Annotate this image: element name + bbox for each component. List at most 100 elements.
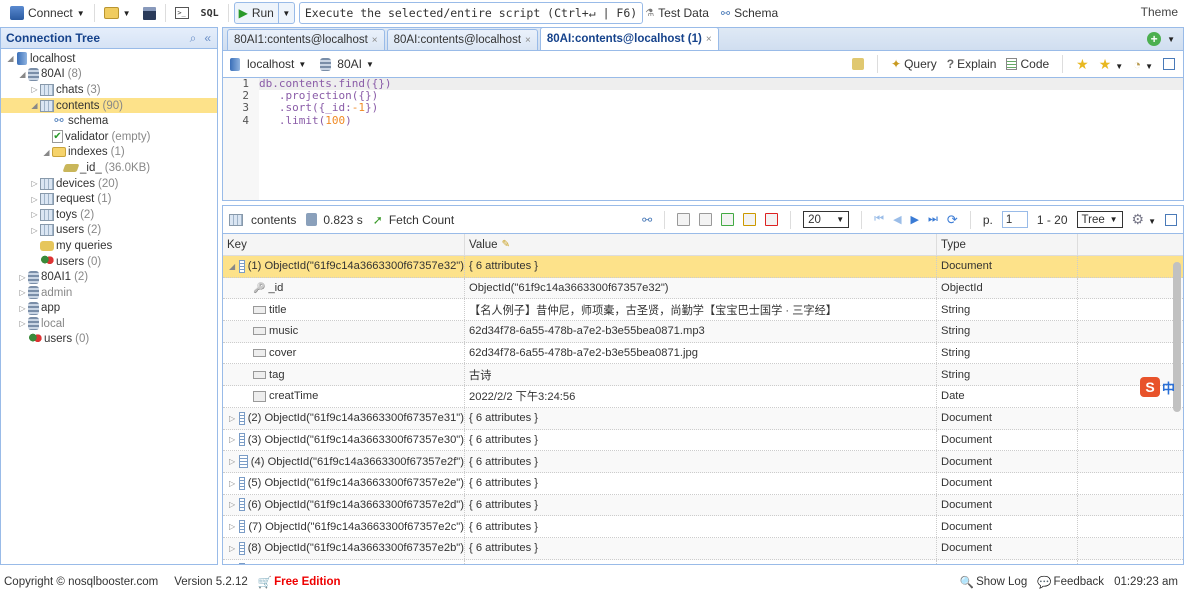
value-cell[interactable]: { 6 attributes }	[465, 256, 937, 277]
collapse-arrow-icon[interactable]: ▷	[17, 319, 28, 328]
column-header-key[interactable]: Key	[223, 234, 465, 255]
code-line[interactable]: .projection({})	[259, 89, 1183, 102]
value-cell[interactable]: { 6 attributes }	[465, 516, 937, 537]
value-cell[interactable]: 古诗	[465, 364, 937, 386]
filter-icon[interactable]	[699, 213, 713, 226]
query-builder-button[interactable]: ✦ Query	[891, 57, 937, 71]
value-cell[interactable]: { 6 attributes }	[465, 559, 937, 564]
column-header-type[interactable]: Type	[937, 234, 1078, 255]
collapse-arrow-icon[interactable]: ▷	[29, 85, 40, 94]
show-log-button[interactable]: Show Log	[976, 576, 1027, 588]
feedback-button[interactable]: Feedback	[1054, 576, 1105, 588]
editor-content[interactable]: db.contents.find({}) .projection({}) .so…	[259, 77, 1183, 200]
tree-node-validator[interactable]: ✔ validator (empty)	[1, 129, 217, 145]
expand-arrow-icon[interactable]: ◢	[5, 54, 16, 63]
collapse-arrow-icon[interactable]: ▷	[229, 479, 235, 488]
collapse-arrow-icon[interactable]: ▷	[29, 179, 40, 188]
tree-node-users[interactable]: users (0)	[1, 254, 217, 270]
next-page-icon[interactable]: ▶	[911, 213, 919, 226]
table-row[interactable]: ▷ (4) ObjectId("61f9c14a3663300f67357e2f"…	[223, 451, 1183, 473]
tree-node-users[interactable]: users (0)	[1, 332, 217, 348]
schema-button[interactable]: ⚯ Schema	[715, 2, 784, 24]
collapse-arrow-icon[interactable]: ▷	[229, 544, 235, 553]
tab-3[interactable]: 80AI:contents@localhost (1) ×	[539, 27, 719, 50]
add-tab-icon[interactable]: +	[1147, 32, 1162, 46]
tree-node-users[interactable]: ▷ users (2)	[1, 223, 217, 239]
connect-button[interactable]: Connect ▼	[4, 2, 91, 24]
value-cell[interactable]: 【名人例子】昔仲尼，师项橐，古圣贤，尚勤学【宝宝巴士国学 · 三字经】	[465, 299, 937, 321]
collapse-arrow-icon[interactable]: ▷	[17, 288, 28, 297]
search-icon[interactable]: ⌕	[190, 31, 197, 46]
table-row[interactable]: ▷ (6) ObjectId("61f9c14a3663300f67357e2d"…	[223, 494, 1183, 517]
expand-arrow-icon[interactable]: ◢	[17, 70, 28, 79]
last-page-icon[interactable]: ⏭	[928, 213, 938, 226]
explain-button[interactable]: ? Explain	[947, 57, 997, 71]
maximize-icon[interactable]	[1163, 58, 1175, 70]
value-cell[interactable]: ObjectId("61f9c14a3663300f67357e32")	[465, 277, 937, 299]
tree-node--id-[interactable]: _id_ (36.0KB)	[1, 160, 217, 176]
tree-node-app[interactable]: ▷ app	[1, 301, 217, 317]
schema-icon[interactable]: ⚯	[642, 213, 652, 227]
value-cell[interactable]: { 6 attributes }	[465, 494, 937, 516]
tab-1[interactable]: 80AI1:contents@localhost ×	[227, 29, 385, 50]
table-row[interactable]: ▷ (7) ObjectId("61f9c14a3663300f67357e2c"…	[223, 516, 1183, 538]
tree-node-indexes[interactable]: ◢ indexes (1)	[1, 145, 217, 161]
tree-node-toys[interactable]: ▷ toys (2)	[1, 207, 217, 223]
test-data-button[interactable]: ⚗ Test Data	[643, 2, 715, 24]
tree-node-local[interactable]: ▷ local	[1, 316, 217, 332]
collapse-arrow-icon[interactable]: ▷	[229, 522, 235, 531]
tree-node-80ai[interactable]: ◢ 80AI (8)	[1, 67, 217, 83]
table-row[interactable]: ▷ (2) ObjectId("61f9c14a3663300f67357e31"…	[223, 407, 1183, 430]
value-cell[interactable]: 62d34f78-6a55-478b-a7e2-b3e55bea0871.jpg	[465, 342, 937, 364]
settings-icon[interactable]: ⚙ ▼	[1132, 211, 1156, 228]
chevron-down-icon[interactable]: ▼	[1167, 35, 1175, 44]
collapse-panel-icon[interactable]: «	[204, 31, 211, 46]
refresh-icon[interactable]: ⟳	[947, 212, 958, 228]
value-cell[interactable]: { 6 attributes }	[465, 451, 937, 472]
favorites-icon[interactable]: ★ ▼	[1099, 56, 1123, 73]
code-line[interactable]: db.contents.find({})	[259, 77, 1183, 91]
tree-node-localhost[interactable]: ◢ localhost	[1, 51, 217, 67]
run-dropdown[interactable]: ▼	[277, 3, 294, 23]
collapse-arrow-icon[interactable]: ▷	[229, 414, 235, 423]
table-row[interactable]: creatTime 2022/2/2 下午3:24:56 Date	[223, 386, 1183, 408]
save-button[interactable]	[137, 2, 162, 24]
column-header-value[interactable]: Value ✎	[465, 234, 937, 255]
close-icon[interactable]: ×	[706, 34, 712, 45]
delete-document-icon[interactable]	[765, 213, 779, 226]
maximize-icon[interactable]	[1165, 213, 1177, 226]
value-cell[interactable]: { 6 attributes }	[465, 537, 937, 559]
code-button[interactable]: Code	[1006, 57, 1049, 71]
close-icon[interactable]: ×	[372, 35, 378, 46]
table-row[interactable]: title 【名人例子】昔仲尼，师项橐，古圣贤，尚勤学【宝宝巴士国学 · 三字经】…	[223, 299, 1183, 322]
edit-document-icon[interactable]	[743, 213, 757, 226]
prev-page-icon[interactable]: ◀	[893, 213, 901, 226]
table-row[interactable]: ▷ (3) ObjectId("61f9c14a3663300f67357e30"…	[223, 429, 1183, 452]
code-line[interactable]: .sort({_id:-1})	[259, 102, 1183, 114]
table-row[interactable]: music 62d34f78-6a55-478b-a7e2-b3e55bea087…	[223, 321, 1183, 343]
value-cell[interactable]: 2022/2/2 下午3:24:56	[465, 386, 937, 407]
run-button[interactable]: ▶ Run	[235, 3, 278, 23]
view-mode-select[interactable]: Tree ▼	[1076, 211, 1123, 228]
database-selector[interactable]: 80AI ▼	[320, 57, 374, 71]
theme-menu[interactable]: Theme	[1141, 5, 1178, 19]
lock-icon[interactable]	[852, 58, 865, 70]
tree-node-my-queries[interactable]: my queries	[1, 238, 217, 254]
shell-button[interactable]: >_	[169, 2, 195, 24]
add-favorite-icon[interactable]: ★	[1076, 56, 1089, 73]
tab-2[interactable]: 80AI:contents@localhost ×	[386, 29, 538, 50]
table-row[interactable]: ▷ (8) ObjectId("61f9c14a3663300f67357e2b"…	[223, 537, 1183, 560]
table-row[interactable]: ▷ (5) ObjectId("61f9c14a3663300f67357e2e"…	[223, 472, 1183, 495]
collapse-arrow-icon[interactable]: ▷	[29, 226, 40, 235]
ime-indicator[interactable]: S 中	[1140, 377, 1175, 397]
tree-node-admin[interactable]: ▷ admin	[1, 285, 217, 301]
collapse-arrow-icon[interactable]: ▷	[229, 500, 235, 509]
find-icon[interactable]	[677, 213, 691, 226]
fetch-count-button[interactable]: Fetch Count	[389, 213, 454, 227]
first-page-icon[interactable]: ⏮	[874, 213, 884, 226]
table-row[interactable]: ◢ (1) ObjectId("61f9c14a3663300f67357e32"…	[223, 256, 1183, 278]
open-file-button[interactable]: ▼	[98, 2, 137, 24]
close-icon[interactable]: ×	[525, 35, 531, 46]
tree-node-chats[interactable]: ▷ chats (3)	[1, 82, 217, 98]
tree-node-devices[interactable]: ▷ devices (20)	[1, 176, 217, 192]
